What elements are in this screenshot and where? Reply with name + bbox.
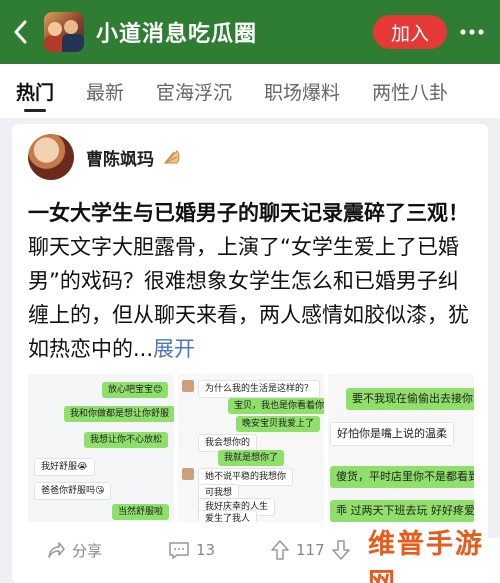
share-icon: [48, 542, 65, 558]
chat-bubble: 我好舒服😭: [34, 458, 95, 476]
author-name[interactable]: 曹陈飒玛: [86, 145, 154, 170]
fan-badge-icon: [163, 150, 180, 164]
more-button[interactable]: [455, 15, 489, 49]
share-button[interactable]: 分享: [46, 540, 102, 561]
chat-avatar: [182, 468, 194, 480]
vote-count: 117: [296, 541, 325, 559]
expand-link[interactable]: 展开: [153, 337, 195, 361]
tab-latest[interactable]: 最新: [70, 64, 140, 118]
post-images: 放心吧宝宝😊 我和你做都是想让你舒服 我想让你不心放松 我好舒服😭 爸爸你舒服吗…: [28, 374, 474, 522]
tab-hot[interactable]: 热门: [0, 64, 70, 118]
upvote-icon[interactable]: [270, 539, 290, 561]
chat-bubble: 爱生了我人: [198, 510, 258, 522]
tab-workplace[interactable]: 职场爆料: [248, 64, 356, 118]
chat-bubble: 乖 过两天下班去玩 好好疼爱: [330, 500, 474, 522]
vote-control: 117: [270, 539, 357, 561]
group-title: 小道消息吃瓜圈: [96, 22, 258, 47]
downvote-icon[interactable]: [331, 539, 351, 561]
more-dots-icon: [460, 29, 484, 35]
chat-bubble: 当然舒服啦: [112, 504, 170, 520]
author-avatar[interactable]: [28, 134, 74, 180]
comment-icon: [169, 542, 189, 559]
chevron-left-icon: [14, 20, 27, 44]
page: 小道消息吃瓜圈 加入 热门 最新 宦海浮沉 职场爆料 两性八卦 曹陈飒玛 一女大…: [0, 0, 500, 583]
chat-bubble: 晚安宝贝我爱上了: [236, 416, 321, 432]
back-button[interactable]: [0, 0, 40, 64]
post-body: 聊天文字大胆露骨，上演了“女学生爱上了已婚男”的戏码？很难想象女学生怎么和已婚男…: [28, 235, 469, 361]
chat-avatar: [182, 380, 194, 392]
post-card[interactable]: 曹陈飒玛 一女大学生与已婚男子的聊天记录震碎了三观！ 聊天文字大胆露骨，上演了“…: [12, 124, 488, 583]
chat-bubble: 宝贝，我也是你看着你: [228, 398, 324, 414]
tab-gossip[interactable]: 两性八卦: [356, 64, 464, 118]
tab-officialdom[interactable]: 宦海浮沉: [140, 64, 248, 118]
chat-bubble: 好怕你是嘴上说的温柔: [330, 422, 454, 446]
post-title: 一女大学生与已婚男子的聊天记录震碎了三观！: [28, 201, 469, 225]
chat-bubble: 傻货，平时店里你不是都看到: [330, 466, 474, 488]
chat-screenshot-2[interactable]: 为什么我的生活是这样的？ 宝贝，我也是你看着你 晚安宝贝我爱上了 我会想你的 我…: [178, 374, 324, 522]
post-content[interactable]: 一女大学生与已婚男子的聊天记录震碎了三观！ 聊天文字大胆露骨，上演了“女学生爱上…: [28, 196, 474, 366]
chat-screenshot-3[interactable]: 要不我现在偷偷出去接你 好怕你是嘴上说的温柔 傻货，平时店里你不是都看到 乖 过…: [328, 374, 474, 522]
chat-bubble: 我和你做都是想让你舒服: [64, 406, 174, 422]
chat-screenshot-1[interactable]: 放心吧宝宝😊 我和你做都是想让你舒服 我想让你不心放松 我好舒服😭 爸爸你舒服吗…: [28, 374, 174, 522]
chat-bubble: 我想让你不心放松: [84, 432, 169, 448]
post-author[interactable]: 曹陈飒玛: [28, 134, 180, 180]
category-tabs: 热门 最新 宦海浮沉 职场爆料 两性八卦: [0, 64, 500, 118]
chat-bubble: 我就是想你了: [218, 450, 285, 466]
group-header: 小道消息吃瓜圈 加入: [0, 0, 500, 64]
chat-bubble: 为什么我的生活是这样的？: [198, 380, 321, 398]
group-avatar[interactable]: [44, 12, 84, 52]
chat-bubble: 爸爸你舒服吗😘: [34, 482, 112, 500]
site-watermark: 维普手游网: [368, 529, 500, 583]
comment-button[interactable]: 13: [168, 540, 215, 560]
chat-bubble: 要不我现在偷偷出去接你: [346, 388, 474, 410]
join-button[interactable]: 加入: [373, 15, 447, 49]
chat-bubble: 放心吧宝宝😊: [102, 382, 169, 398]
comment-count: 13: [196, 541, 216, 559]
share-label: 分享: [72, 541, 103, 560]
